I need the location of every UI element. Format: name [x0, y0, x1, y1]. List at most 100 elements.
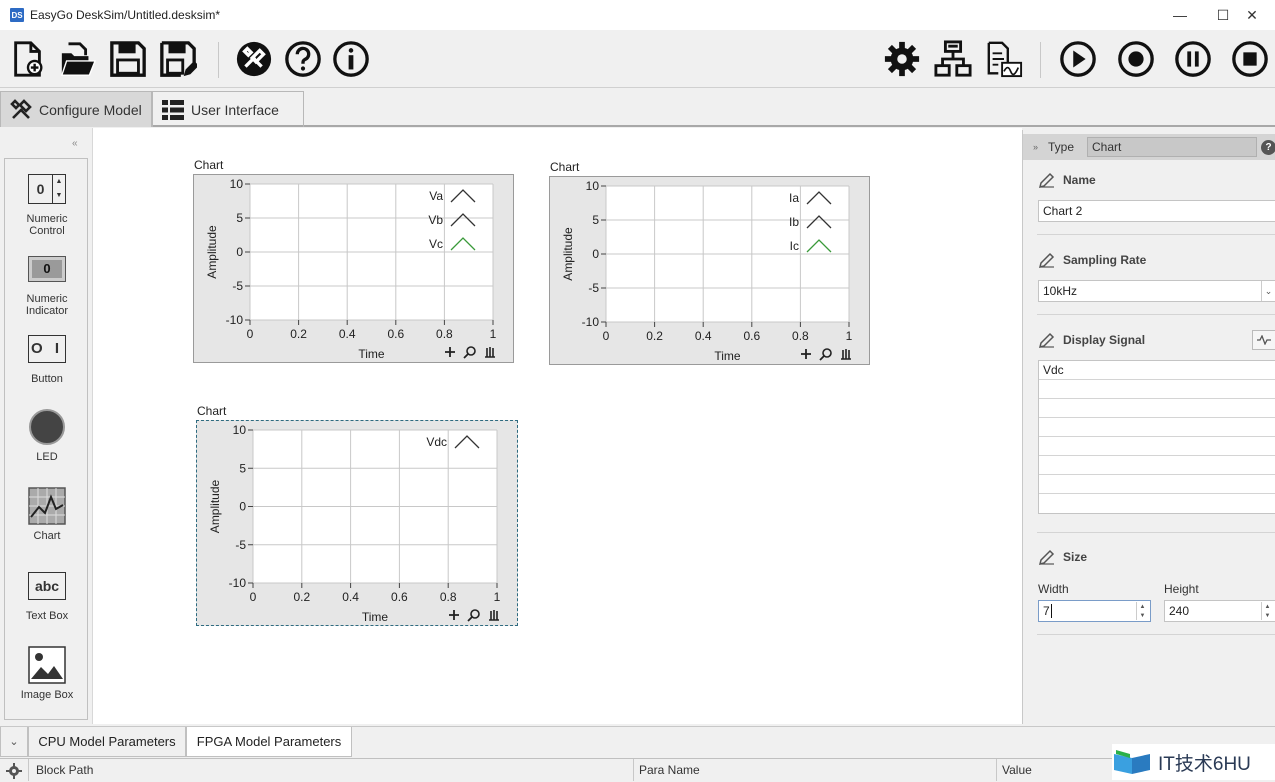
chart-svg: 1050-5-100 0.2 0.4 0.6 0.8 1AmplitudeTimeVdc [208, 423, 501, 624]
y-axis-label: Amplitude [561, 227, 575, 281]
divider [1037, 314, 1275, 315]
width-label: Width [1038, 582, 1069, 596]
palette-item-button[interactable]: O I Button [5, 329, 89, 385]
divider [1037, 634, 1275, 635]
run-button[interactable] [1058, 38, 1098, 80]
legend-label: Ic [790, 239, 799, 253]
chart-frame[interactable]: 10 5 0 -5 -10 0 0.2 0.4 0.6 0.8 1 Amplitude Time Va Vb… [193, 174, 514, 363]
save-as-button[interactable] [158, 38, 198, 80]
open-button[interactable] [58, 38, 98, 80]
y-axis-label: Amplitude [205, 225, 219, 279]
save-button[interactable] [108, 38, 148, 80]
type-value: Chart [1087, 137, 1257, 157]
palette-item-numeric-indicator[interactable]: 0 Numeric Indicator [5, 249, 89, 317]
signal-picker-button[interactable] [1252, 330, 1275, 350]
bottom-collapse-button[interactable]: ⌄ [0, 727, 28, 757]
app-logo-icon: DS [10, 8, 24, 22]
palette-item-text-box[interactable]: abc Text Box [5, 566, 89, 622]
palette-item-image-box[interactable]: Image Box [5, 645, 89, 701]
network-button[interactable] [933, 38, 973, 80]
record-button[interactable] [1116, 38, 1156, 80]
waveform-export-button[interactable] [984, 38, 1024, 80]
list-item[interactable] [1039, 456, 1275, 475]
pause-button[interactable] [1173, 38, 1213, 80]
x-tick-label: 0.4 [339, 327, 356, 341]
x-tick-label: 0 [603, 329, 610, 343]
new-file-button[interactable] [8, 38, 48, 80]
display-signal-list[interactable]: Vdc [1038, 360, 1275, 514]
x-tick-label: 0.2 [646, 329, 663, 343]
new-file-icon [14, 41, 43, 77]
x-tick-label: 1 [490, 327, 497, 341]
app-window: DS EasyGo DeskSim/Untitled.desksim* — ☐ … [0, 0, 1275, 782]
palette-item-led[interactable]: LED [5, 407, 89, 463]
network-icon [934, 40, 972, 77]
panel-collapse-button[interactable]: » [1033, 142, 1038, 152]
pause-icon [1175, 41, 1211, 77]
open-folder-icon [60, 42, 97, 76]
list-item[interactable] [1039, 475, 1275, 494]
width-input[interactable]: 7 ▲ ▼ [1038, 600, 1151, 622]
x-tick-label: 0 [250, 590, 257, 604]
legend-label: Vb [428, 213, 443, 227]
properties-panel: » Type Chart ? Name Chart 2 Sampling Rat… [1022, 130, 1275, 724]
palette-label: Numeric [26, 293, 68, 305]
y-tick-label: 10 [230, 177, 244, 191]
toggle-button-icon: O I [27, 329, 67, 369]
stop-button[interactable] [1230, 38, 1270, 80]
settings-button[interactable] [882, 38, 922, 80]
palette-label: Image Box [20, 689, 74, 701]
palette-collapse-button[interactable]: « [72, 138, 78, 149]
pan-hand-icon [841, 349, 851, 360]
column-para-name[interactable]: Para Name [639, 763, 700, 777]
tab-cpu-model-parameters[interactable]: CPU Model Parameters [28, 727, 186, 757]
help-icon[interactable]: ? [1261, 140, 1275, 155]
led-icon [27, 407, 67, 447]
x-tick-label: 1 [846, 329, 853, 343]
chart-frame[interactable]: 10 5 0 -5 -10 0 0.2 0.4 0.6 0.8 1 Amplitude Time Vdc [196, 420, 518, 626]
waveform-icon [1257, 335, 1271, 345]
help-button[interactable] [283, 38, 323, 80]
y-tick-label: 0 [239, 500, 246, 514]
palette-item-numeric-control[interactable]: 0 ▲ ▼ Numeric Control [5, 169, 89, 237]
tab-configure-model[interactable]: Configure Model [0, 91, 152, 127]
x-tick-label: 0.6 [743, 329, 760, 343]
y-tick-label: 10 [586, 179, 600, 193]
list-item[interactable]: Vdc [1039, 361, 1275, 380]
height-input[interactable]: 240 ▲ ▼ [1164, 600, 1275, 622]
height-stepper[interactable]: ▲ ▼ [1261, 602, 1273, 620]
list-item[interactable] [1039, 399, 1275, 418]
x-tick-label: 0.6 [391, 590, 408, 604]
chart-frame[interactable]: 10 5 0 -5 -10 0 0.2 0.4 0.6 0.8 1 Amplitude Time Ia Ib… [549, 176, 870, 365]
sampling-rate-select[interactable]: 10kHz ⌄ [1038, 280, 1275, 302]
list-item[interactable] [1039, 380, 1275, 399]
list-item[interactable] [1039, 437, 1275, 456]
list-item[interactable] [1039, 418, 1275, 437]
y-tick-label: -10 [226, 313, 244, 327]
tab-label: Configure Model [39, 101, 142, 118]
legend-label: Vc [429, 237, 443, 251]
y-tick-label: -10 [229, 576, 247, 590]
list-item[interactable] [1039, 494, 1275, 513]
zoom-icon-handle [467, 616, 473, 622]
x-axis-label: Time [362, 610, 389, 624]
palette-label: Button [31, 373, 63, 385]
palette-item-chart[interactable]: Chart [5, 486, 89, 542]
minimize-button[interactable]: — [1157, 0, 1203, 30]
info-button[interactable] [331, 38, 371, 80]
parameter-header-bar: Block Path Para Name Value [0, 758, 1275, 782]
tab-user-interface[interactable]: User Interface [152, 91, 304, 127]
tools-button[interactable] [234, 38, 274, 80]
waveform-export-icon [987, 41, 1023, 78]
toolbar-separator [218, 42, 219, 78]
column-value[interactable]: Value [1002, 763, 1032, 777]
settings-gear-icon[interactable] [6, 763, 22, 782]
close-button[interactable]: ✕ [1229, 0, 1275, 30]
x-tick-label: 1 [494, 590, 501, 604]
column-block-path[interactable]: Block Path [36, 763, 93, 777]
width-stepper[interactable]: ▲ ▼ [1136, 602, 1148, 620]
name-input[interactable]: Chart 2 [1038, 200, 1275, 222]
tools-icon [10, 98, 32, 119]
design-canvas[interactable]: Chart 01050-5-1000.20.40.60.81AmplitudeT… [92, 128, 1022, 724]
tab-fpga-model-parameters[interactable]: FPGA Model Parameters [186, 727, 352, 757]
